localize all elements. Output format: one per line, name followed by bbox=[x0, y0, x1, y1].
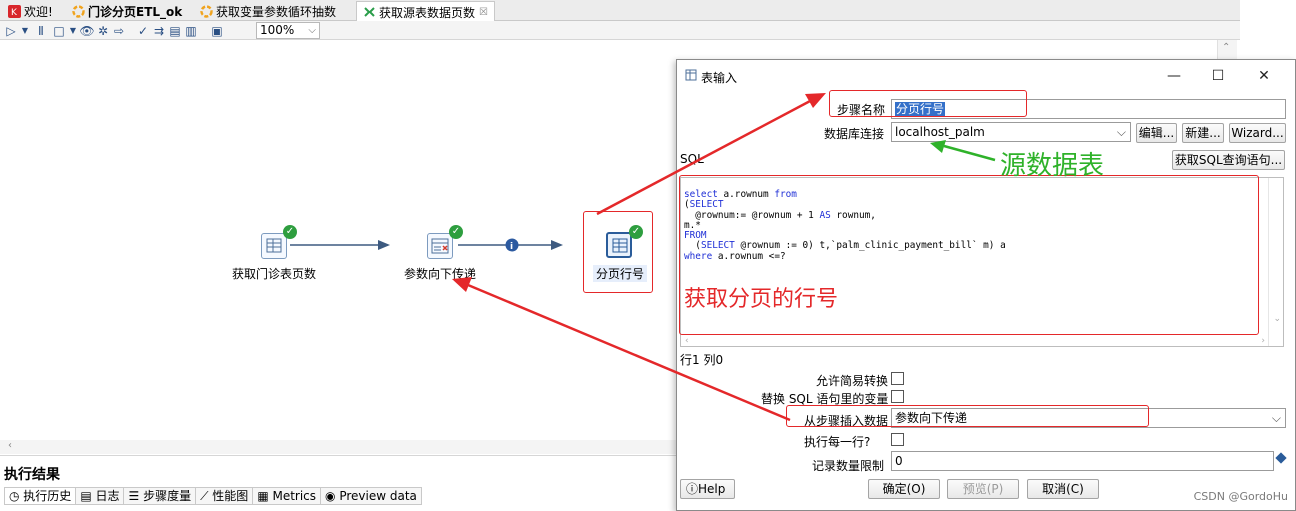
annotation-source-table: 源数据表 bbox=[1000, 151, 1105, 181]
highlight-box-step-name bbox=[829, 90, 1027, 117]
red-arrowhead-icon bbox=[452, 277, 472, 292]
highlight-box-insert-from-step bbox=[786, 405, 1149, 427]
annotation-get-row-number: 获取分页的行号 bbox=[684, 287, 839, 312]
green-arrow-line bbox=[943, 144, 996, 162]
highlight-box-step bbox=[583, 211, 653, 293]
red-arrowhead-icon bbox=[805, 93, 826, 108]
green-arrowhead-icon bbox=[930, 140, 946, 153]
watermark: CSDN @GordoHu bbox=[1193, 490, 1288, 503]
